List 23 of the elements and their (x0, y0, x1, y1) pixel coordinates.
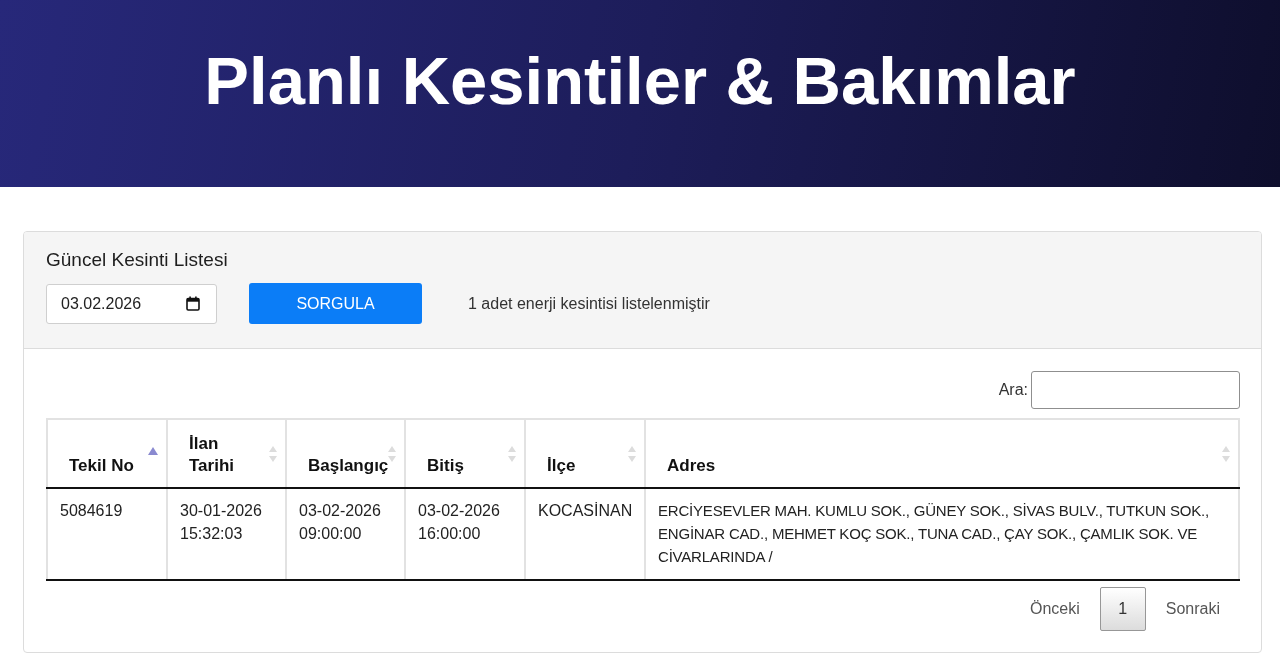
next-page-link[interactable]: Sonraki (1145, 588, 1240, 630)
page-title: Planlı Kesintiler & Bakımlar (204, 41, 1076, 120)
previous-page-link[interactable]: Önceki (1009, 588, 1100, 630)
table-cell: KOCASİNAN (525, 488, 645, 580)
column-header[interactable]: İlçe (525, 419, 645, 488)
table-cell: 03-02-2026 16:00:00 (405, 488, 525, 580)
table-cell: 5084619 (47, 488, 167, 580)
table-cell: 30-01-2026 15:32:03 (167, 488, 286, 580)
column-header[interactable]: Başlangıç (286, 419, 405, 488)
column-header[interactable]: İlan Tarihi (167, 419, 286, 488)
column-header[interactable]: Adres (645, 419, 1239, 488)
result-count-text: 1 adet enerji kesintisi listelenmiştir (468, 294, 710, 313)
search-field[interactable] (1031, 371, 1240, 409)
calendar-icon[interactable] (186, 296, 200, 311)
query-button[interactable]: SORGULA (249, 283, 422, 324)
table-cell: 03-02-2026 09:00:00 (286, 488, 405, 580)
column-header[interactable]: Tekil No (47, 419, 167, 488)
column-header[interactable]: Bitiş (405, 419, 525, 488)
panel-title: Güncel Kesinti Listesi (46, 248, 229, 272)
search-label: Ara: (998, 381, 1028, 399)
table-cell: ERCİYESEVLER MAH. KUMLU SOK., GÜNEY SOK., SİVAS BULV., TUTKUN SOK., ENGİNAR CAD., MEHMET KOÇ SOK., TUNA CAD., ÇAY SOK., ÇAMLIK SOK. VE CİVARLARINDA / (645, 488, 1239, 580)
date-field[interactable]: 03.02.2026 (46, 283, 217, 324)
page-button[interactable]: 1 (1099, 587, 1146, 631)
